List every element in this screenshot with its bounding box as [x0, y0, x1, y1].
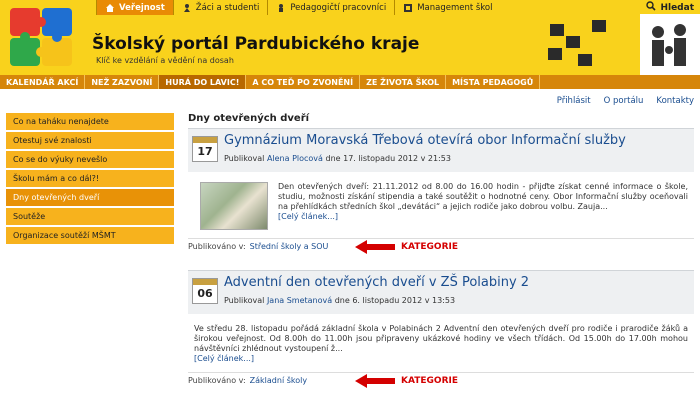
sidebar-item[interactable]: Soutěže — [6, 208, 174, 225]
search-label: Hledat — [660, 2, 694, 13]
article-meta: Publikoval Jana Smetanová dne 6. listopa… — [224, 296, 455, 305]
category-link[interactable]: Střední školy a SOU — [250, 242, 329, 251]
published-by-label: Publikoval — [224, 296, 265, 305]
article-thumbnail[interactable] — [200, 182, 268, 230]
article-body: Ve středu 28. listopadu pořádá základní … — [188, 314, 694, 364]
login-link[interactable]: Přihlásit — [557, 96, 591, 106]
sidebar-item[interactable]: Školu mám a co dál?! — [6, 170, 174, 187]
nav-po-zvoneni[interactable]: A CO TEĎ PO ZVONĚNÍ — [246, 75, 361, 89]
category-callout: KATEGORIE — [355, 240, 458, 254]
puzzle-family-illustration — [540, 14, 700, 75]
author-link[interactable]: Jana Smetanová — [267, 296, 332, 305]
page-title: Dny otevřených dveří — [188, 113, 310, 124]
sidebar-item[interactable]: Co se do výuky nevešlo — [6, 151, 174, 168]
sidebar-item-active[interactable]: Dny otevřených dveří — [6, 189, 174, 206]
calendar-icon: 06 — [192, 278, 218, 304]
teacher-icon — [276, 3, 286, 13]
article-text: Ve středu 28. listopadu pořádá základní … — [194, 324, 688, 353]
read-more-link[interactable]: [Celý článek...] — [194, 354, 254, 363]
sidebar-item[interactable]: Organizace soutěží MŠMT — [6, 227, 174, 244]
about-link[interactable]: O portálu — [604, 96, 644, 106]
tab-management[interactable]: Management škol — [394, 0, 500, 15]
article-day: 06 — [197, 287, 213, 300]
published-by-label: Publikoval — [224, 154, 265, 163]
calendar-icon: 17 — [192, 136, 218, 162]
article-header: 06 Adventní den otevřených dveří v ZŠ Po… — [188, 270, 694, 314]
header: Veřejnost Žáci a studenti Pedagogičtí pr… — [0, 0, 700, 75]
tab-label: Management škol — [417, 2, 493, 13]
tab-verejnost[interactable]: Veřejnost — [96, 0, 173, 15]
utility-links: Přihlásit O portálu Kontakty — [557, 96, 694, 106]
article: 06 Adventní den otevřených dveří v ZŠ Po… — [188, 270, 694, 385]
article-body: Den otevřených dveří: 21.11.2012 od 8.00… — [188, 172, 694, 230]
sidebar-item[interactable]: Co na taháku nenajdete — [6, 113, 174, 130]
students-icon — [182, 3, 192, 13]
article-text: Den otevřených dveří: 21.11.2012 od 8.00… — [278, 182, 688, 211]
author-link[interactable]: Alena Plocová — [267, 154, 323, 163]
nav-kalendar[interactable]: KALENDÁŘ AKCÍ — [0, 75, 86, 89]
puzzle-logo-icon[interactable] — [8, 6, 74, 68]
tab-zaci[interactable]: Žáci a studenti — [172, 0, 268, 15]
tab-label: Žáci a studenti — [195, 2, 260, 13]
site-title[interactable]: Školský portál Pardubického kraje — [92, 34, 419, 54]
article-header: 17 Gymnázium Moravská Třebová otevírá ob… — [188, 128, 694, 172]
article-date: dne 17. listopadu 2012 v 21:53 — [325, 154, 451, 163]
category-callout: KATEGORIE — [355, 374, 458, 388]
search-link[interactable]: Hledat — [646, 0, 694, 15]
sidebar-item[interactable]: Otestuj své znalosti — [6, 132, 174, 149]
tab-label: Pedagogičtí pracovníci — [290, 2, 387, 13]
home-icon — [105, 3, 115, 13]
nav-mista-pedagogu[interactable]: MÍSTA PEDAGOGŮ — [446, 75, 541, 89]
article-meta: Publikoval Alena Plocová dne 17. listopa… — [224, 154, 451, 163]
published-in-label: Publikováno v: — [188, 242, 246, 251]
top-tabs: Veřejnost Žáci a studenti Pedagogičtí pr… — [96, 0, 501, 15]
article-day: 17 — [197, 145, 213, 158]
sidebar: Co na taháku nenajdete Otestuj své znalo… — [6, 113, 174, 246]
callout-label: KATEGORIE — [401, 376, 458, 386]
article: 17 Gymnázium Moravská Třebová otevírá ob… — [188, 128, 694, 251]
article-title[interactable]: Adventní den otevřených dveří v ZŠ Polab… — [224, 275, 529, 290]
arrow-left-icon — [355, 240, 395, 254]
nav-nez-zazvoni[interactable]: NEŽ ZAZVONÍ — [85, 75, 160, 89]
read-more-link[interactable]: [Celý článek...] — [278, 212, 338, 221]
published-in-label: Publikováno v: — [188, 376, 246, 385]
main-nav: KALENDÁŘ AKCÍ NEŽ ZAZVONÍ HURÁ DO LAVIC!… — [0, 75, 700, 89]
arrow-left-icon — [355, 374, 395, 388]
article-title[interactable]: Gymnázium Moravská Třebová otevírá obor … — [224, 133, 626, 148]
search-icon — [646, 1, 657, 14]
management-icon — [403, 3, 413, 13]
nav-hura-do-lavic[interactable]: HURÁ DO LAVIC! — [159, 75, 247, 89]
nav-ze-zivota-skol[interactable]: ZE ŽIVOTA ŠKOL — [360, 75, 447, 89]
callout-label: KATEGORIE — [401, 242, 458, 252]
category-link[interactable]: Základní školy — [250, 376, 307, 385]
contacts-link[interactable]: Kontakty — [656, 96, 694, 106]
article-date: dne 6. listopadu 2012 v 13:53 — [334, 296, 456, 305]
site-subtitle: Klíč ke vzdělání a vědění na dosah — [96, 56, 234, 65]
tab-pedagogicti[interactable]: Pedagogičtí pracovníci — [267, 0, 394, 15]
tab-label: Veřejnost — [119, 2, 165, 13]
